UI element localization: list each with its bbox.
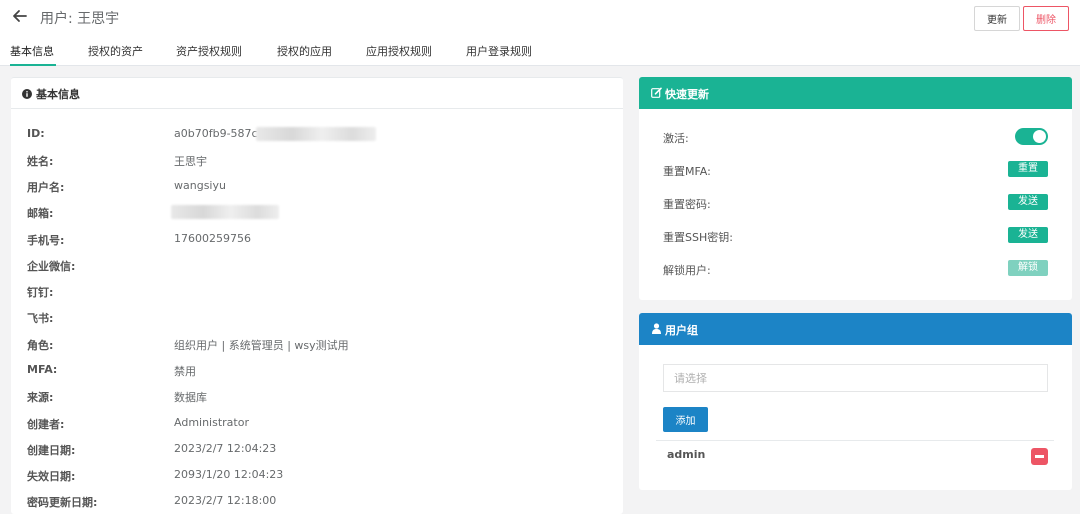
activate-label: 激活: <box>663 132 689 145</box>
divider <box>656 440 1054 441</box>
user-group-header: 用户组 <box>639 313 1072 345</box>
info-value: 组织用户 | 系统管理员 | wsy测试用 <box>174 339 349 352</box>
info-label: 角色: <box>27 339 54 352</box>
info-label: 邮箱: <box>27 207 54 220</box>
info-row-username: 用户名: wangsiyu <box>11 176 623 196</box>
info-circle-icon <box>22 89 32 99</box>
info-value: 2023/2/7 12:04:23 <box>174 442 277 455</box>
tab-asset-permission-rules[interactable]: 资产授权规则 <box>176 43 242 59</box>
info-row-roles: 角色: 组织用户 | 系统管理员 | wsy测试用 <box>11 334 623 354</box>
quick-update-card: 快速更新 激活: 重置MFA: 重置 重置密码: 发送 重置SSH密钥: 发送 … <box>639 77 1072 300</box>
page-title: 用户: 王思宇 <box>40 11 120 27</box>
info-value: Administrator <box>174 416 249 429</box>
delete-button[interactable]: 删除 <box>1023 6 1069 31</box>
info-label: 来源: <box>27 391 54 404</box>
info-label: 创建者: <box>27 418 65 431</box>
info-label: 手机号: <box>27 234 65 247</box>
info-value: 2093/1/20 12:04:23 <box>174 468 284 481</box>
info-value: 禁用 <box>174 365 196 378</box>
info-row-wecom: 企业微信: <box>11 255 623 275</box>
info-label: 钉钉: <box>27 286 54 299</box>
info-row-source: 来源: 数据库 <box>11 386 623 406</box>
user-group-card: 用户组 添加 admin <box>639 313 1072 490</box>
reset-password-label: 重置密码: <box>663 198 711 211</box>
reset-mfa-button[interactable]: 重置 <box>1008 161 1048 177</box>
back-arrow-icon[interactable] <box>12 7 28 25</box>
toggle-knob <box>1033 130 1046 143</box>
tab-app-permission-rules[interactable]: 应用授权规则 <box>366 43 432 59</box>
info-row-name: 姓名: 王思宇 <box>11 150 623 170</box>
info-value: 数据库 <box>174 391 207 404</box>
update-button[interactable]: 更新 <box>974 6 1020 31</box>
reset-mfa-row: 重置MFA: 重置 <box>639 159 1072 181</box>
info-label: 创建日期: <box>27 444 76 457</box>
user-icon <box>652 323 661 334</box>
info-row-feishu: 飞书: <box>11 307 623 327</box>
group-name: admin <box>667 448 706 461</box>
reset-ssh-row: 重置SSH密钥: 发送 <box>639 225 1072 247</box>
basic-info-title: 基本信息 <box>36 88 80 101</box>
info-label: 密码更新日期: <box>27 496 98 509</box>
tab-bar: 基本信息 授权的资产 资产授权规则 授权的应用 应用授权规则 用户登录规则 <box>0 40 700 66</box>
redaction-blur <box>171 205 279 219</box>
tab-login-rules[interactable]: 用户登录规则 <box>466 43 532 59</box>
group-select-input[interactable] <box>663 364 1048 392</box>
info-row-creator: 创建者: Administrator <box>11 413 623 433</box>
info-value: 17600259756 <box>174 232 251 245</box>
page-header: 用户: 王思宇 更新 删除 基本信息 授权的资产 资产授权规则 授权的应用 应用… <box>0 0 1080 66</box>
info-value: 2023/2/7 12:18:00 <box>174 494 277 507</box>
info-row-phone: 手机号: 17600259756 <box>11 229 623 249</box>
reset-password-row: 重置密码: 发送 <box>639 192 1072 214</box>
reset-mfa-label: 重置MFA: <box>663 165 711 178</box>
send-reset-ssh-button[interactable]: 发送 <box>1008 227 1048 243</box>
active-tab-indicator <box>10 64 56 66</box>
basic-info-card: 基本信息 ID: a0b70fb9-587c-4 姓名: 王思宇 用户名: wa… <box>11 77 623 514</box>
quick-update-title: 快速更新 <box>665 88 709 101</box>
info-label: 企业微信: <box>27 260 76 273</box>
unlock-button[interactable]: 解锁 <box>1008 260 1048 276</box>
redaction-blur <box>256 127 376 141</box>
info-value: 王思宇 <box>174 155 207 168</box>
info-value: wangsiyu <box>174 179 226 192</box>
info-row-mfa: MFA: 禁用 <box>11 360 623 380</box>
unlock-row: 解锁用户: 解锁 <box>639 258 1072 280</box>
unlock-label: 解锁用户: <box>663 264 711 277</box>
edit-icon <box>651 87 662 98</box>
info-row-id: ID: a0b70fb9-587c-4 <box>11 124 623 144</box>
add-group-button[interactable]: 添加 <box>663 407 708 432</box>
info-row-created-date: 创建日期: 2023/2/7 12:04:23 <box>11 439 623 459</box>
info-label: 姓名: <box>27 155 54 168</box>
info-row-email: 邮箱: <box>11 202 623 222</box>
user-group-title: 用户组 <box>665 324 698 337</box>
quick-update-header: 快速更新 <box>639 77 1072 109</box>
info-label: 飞书: <box>27 312 54 325</box>
info-row-dingtalk: 钉钉: <box>11 281 623 301</box>
info-label: 失效日期: <box>27 470 76 483</box>
info-label: ID: <box>27 127 45 140</box>
remove-group-button[interactable] <box>1031 448 1048 465</box>
reset-ssh-label: 重置SSH密钥: <box>663 231 733 244</box>
send-reset-password-button[interactable]: 发送 <box>1008 194 1048 210</box>
tab-authorized-apps[interactable]: 授权的应用 <box>277 43 332 59</box>
info-label: 用户名: <box>27 181 65 194</box>
tab-basic-info[interactable]: 基本信息 <box>10 43 54 59</box>
tab-authorized-assets[interactable]: 授权的资产 <box>88 43 143 59</box>
activate-toggle[interactable] <box>1015 128 1048 145</box>
info-row-password-updated: 密码更新日期: 2023/2/7 12:18:00 <box>11 491 623 511</box>
info-value: a0b70fb9-587c-4 <box>174 127 269 140</box>
activate-row: 激活: <box>639 126 1072 148</box>
info-row-expire-date: 失效日期: 2093/1/20 12:04:23 <box>11 465 623 485</box>
info-label: MFA: <box>27 363 58 376</box>
basic-info-header: 基本信息 <box>11 78 623 109</box>
